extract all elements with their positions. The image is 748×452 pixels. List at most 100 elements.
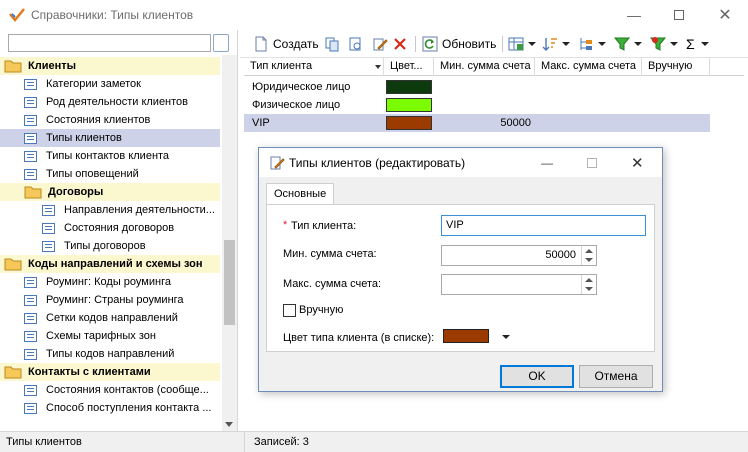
tree-item-label: Контакты с клиентами: [28, 366, 151, 378]
tree-item[interactable]: Роуминг: Коды роуминга: [0, 273, 220, 291]
spin-down-icon: [585, 287, 593, 291]
app-check-icon: [9, 8, 25, 22]
table-columns-icon: [508, 37, 524, 51]
cell-client-type: Юридическое лицо: [252, 81, 351, 93]
list-icon: [42, 240, 55, 252]
tree-search-button[interactable]: [213, 34, 229, 52]
view-button[interactable]: [348, 34, 364, 54]
tree-scroll-thumb[interactable]: [224, 240, 235, 325]
filter-button[interactable]: [614, 34, 642, 54]
list-icon: [24, 114, 37, 126]
tab-basic[interactable]: Основные: [266, 183, 334, 204]
columns-button[interactable]: [508, 34, 536, 54]
list-icon: [24, 132, 37, 144]
dialog-maximize-button[interactable]: [587, 158, 597, 168]
max-sum-input[interactable]: [441, 274, 597, 295]
table-row[interactable]: Юридическое лицо: [244, 78, 710, 96]
tree-folder[interactable]: Договоры: [0, 183, 220, 201]
column-header-color[interactable]: Цвет...: [384, 58, 434, 76]
ok-button[interactable]: OK: [500, 365, 574, 388]
cell-max-sum: [535, 114, 642, 132]
cell-min-sum: [434, 96, 535, 114]
window-title: Справочники: Типы клиентов: [31, 8, 194, 22]
tree-item[interactable]: Типы оповещений: [0, 165, 220, 183]
table-row[interactable]: VIP 50000: [244, 114, 710, 132]
required-marker: *: [283, 219, 288, 231]
delete-button[interactable]: [392, 34, 408, 54]
tree-item[interactable]: Сетки кодов направлений: [0, 309, 220, 327]
list-icon: [42, 204, 55, 216]
refresh-icon: [422, 36, 438, 52]
tree-item[interactable]: Состояния договоров: [0, 219, 220, 237]
dialog-close-button[interactable]: ✕: [631, 154, 644, 172]
cell-client-type: Физическое лицо: [252, 99, 341, 111]
edit-button[interactable]: [372, 34, 388, 54]
cell-min-sum: [434, 78, 535, 96]
list-icon: [24, 402, 37, 414]
totals-button[interactable]: Σ: [686, 34, 709, 54]
min-sum-label: Мин. сумма счета:: [283, 248, 377, 260]
list-icon: [24, 96, 37, 108]
client-type-input[interactable]: VIP: [441, 215, 646, 236]
refresh-button[interactable]: Обновить: [422, 34, 496, 54]
column-header-max[interactable]: Макс. сумма счета: [535, 58, 642, 76]
min-sum-input[interactable]: 50000: [441, 245, 597, 266]
tree-item[interactable]: Состояния клиентов: [0, 111, 220, 129]
tree-item-label: Состояния договоров: [64, 222, 175, 234]
min-sum-spinner[interactable]: [581, 246, 596, 265]
max-sum-spinner[interactable]: [581, 275, 596, 294]
tree-item[interactable]: Схемы тарифных зон: [0, 327, 220, 345]
cell-color-swatch: [386, 116, 432, 130]
column-header-type[interactable]: Тип клиента: [244, 58, 384, 76]
tree-item[interactable]: Типы кодов направлений: [0, 345, 220, 363]
table-row[interactable]: Физическое лицо: [244, 96, 710, 114]
tree-item[interactable]: Типы договоров: [0, 237, 220, 255]
status-bar: Типы клиентов Записей: 3: [0, 431, 748, 452]
close-icon: ✕: [718, 7, 732, 24]
tree-item[interactable]: Типы клиентов: [0, 129, 220, 147]
close-button[interactable]: ✕: [702, 0, 748, 30]
tree-item[interactable]: Род деятельности клиентов: [0, 93, 220, 111]
tree-item-label: Типы контактов клиента: [46, 150, 170, 162]
tree-item[interactable]: Типы контактов клиента: [0, 147, 220, 165]
tree-scrollbar[interactable]: [222, 55, 237, 431]
group-button[interactable]: [578, 34, 606, 54]
tree-item[interactable]: Роуминг: Страны роуминга: [0, 291, 220, 309]
tree-item-label: Роуминг: Страны роуминга: [46, 294, 184, 306]
create-label: Создать: [273, 37, 319, 51]
status-section-name: Типы клиентов: [6, 436, 82, 448]
filter-clear-button[interactable]: [650, 34, 678, 54]
tree-folder[interactable]: Коды направлений и схемы зон: [0, 255, 220, 273]
copy-button[interactable]: [324, 34, 340, 54]
minimize-button[interactable]: —: [611, 0, 657, 30]
chevron-down-icon: [634, 42, 642, 46]
create-button[interactable]: Создать: [254, 34, 319, 54]
tree-item[interactable]: Способ поступления контакта ...: [0, 399, 220, 417]
tree-item-label: Типы клиентов: [46, 132, 122, 144]
color-picker-swatch[interactable]: [443, 329, 489, 343]
manual-checkbox[interactable]: [283, 304, 296, 317]
tree-folder[interactable]: Контакты с клиентами: [0, 363, 220, 381]
tree-item[interactable]: Состояния контактов (сообще...: [0, 381, 220, 399]
sort-button[interactable]: [542, 34, 570, 54]
cancel-button[interactable]: Отмена: [579, 365, 653, 388]
scroll-down-arrow[interactable]: [225, 422, 233, 427]
list-icon: [42, 222, 55, 234]
tree-item-label: Состояния контактов (сообще...: [46, 384, 209, 396]
column-header-min[interactable]: Мин. сумма счета: [434, 58, 535, 76]
status-divider: [244, 432, 245, 452]
column-header-manual[interactable]: Вручную: [642, 58, 710, 76]
tree-search-input[interactable]: [8, 34, 211, 52]
spin-down-icon: [585, 258, 593, 262]
maximize-button[interactable]: [656, 0, 702, 30]
copy-icon: [325, 37, 339, 52]
tree-folder[interactable]: Клиенты: [0, 57, 220, 75]
tree-item-label: Состояния клиентов: [46, 114, 151, 126]
tree-item-label: Коды направлений и схемы зон: [28, 258, 203, 270]
list-icon: [24, 312, 37, 324]
color-dropdown-icon[interactable]: [502, 335, 510, 339]
cell-max-sum: [535, 96, 642, 114]
tree-item[interactable]: Категории заметок: [0, 75, 220, 93]
tree-item[interactable]: Направления деятельности...: [0, 201, 220, 219]
dialog-minimize-button[interactable]: —: [541, 156, 553, 170]
